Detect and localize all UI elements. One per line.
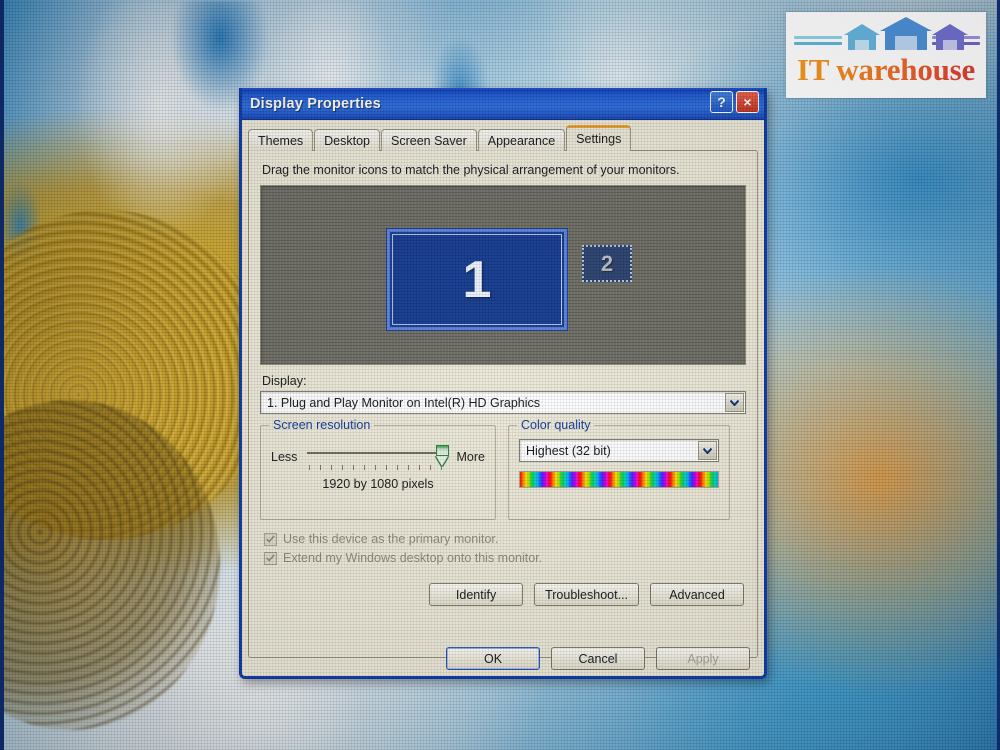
monitor-icon-1[interactable]: 1 (386, 228, 568, 331)
color-quality-legend: Color quality (517, 418, 595, 432)
monitor-1-number: 1 (462, 250, 492, 309)
monitor-2-number: 2 (600, 250, 614, 276)
identify-button[interactable]: Identify (429, 583, 524, 606)
monitor-arrangement-area[interactable]: 1 2 (260, 185, 746, 365)
slider-more-label: More (456, 450, 485, 464)
extend-desktop-checkbox-row[interactable]: Extend my Windows desktop onto this moni… (264, 551, 746, 565)
chevron-down-icon[interactable] (698, 441, 717, 460)
tab-settings[interactable]: Settings (566, 125, 632, 151)
color-spectrum-preview (519, 471, 719, 488)
primary-monitor-checkbox-row[interactable]: Use this device as the primary monitor. (264, 532, 746, 546)
logo-artwork (786, 12, 986, 56)
titlebar-buttons: ? × (710, 91, 759, 113)
tab-themes[interactable]: Themes (248, 129, 314, 151)
color-quality-select[interactable]: Highest (32 bit) (519, 439, 719, 462)
cancel-button[interactable]: Cancel (551, 647, 645, 670)
house-light-blue-icon (844, 24, 880, 50)
primary-monitor-label: Use this device as the primary monitor. (283, 532, 499, 546)
logo-line-left-1 (794, 36, 842, 39)
screen-photo: IT warehouse Display Properties ? × Them… (0, 0, 1000, 750)
dialog-title: Display Properties (250, 95, 381, 112)
ok-button[interactable]: OK (446, 647, 540, 670)
settings-columns: Screen resolution Less More 1920 by 1080… (260, 418, 746, 520)
screen-resolution-group: Screen resolution Less More 1920 by 1080… (260, 418, 496, 520)
color-quality-value: Highest (32 bit) (526, 443, 611, 458)
dialog-titlebar[interactable]: Display Properties ? × (242, 88, 764, 120)
monitor-icon-2[interactable]: 2 (582, 245, 632, 282)
tab-strip: Themes Desktop Screen Saver Appearance S… (248, 125, 764, 151)
display-label: Display: (262, 374, 307, 388)
tab-desktop[interactable]: Desktop (314, 129, 381, 151)
arrangement-hint: Drag the monitor icons to match the phys… (262, 163, 680, 177)
logo-wordmark: IT warehouse (786, 52, 986, 88)
slider-thumb[interactable] (435, 445, 449, 467)
tab-screen-saver[interactable]: Screen Saver (381, 129, 477, 151)
troubleshoot-button[interactable]: Troubleshoot... (534, 583, 639, 606)
close-icon[interactable]: × (736, 91, 759, 113)
screen-resolution-legend: Screen resolution (269, 418, 375, 432)
slider-less-label: Less (271, 450, 298, 464)
settings-action-buttons: Identify Troubleshoot... Advanced (260, 583, 746, 606)
chevron-down-icon[interactable] (725, 393, 744, 412)
dialog-footer-buttons: OK Cancel Apply (242, 647, 764, 670)
logo-line-left-2 (794, 42, 842, 45)
house-purple-icon (932, 24, 968, 50)
it-warehouse-logo: IT warehouse (786, 12, 986, 98)
display-properties-dialog: Display Properties ? × Themes Desktop Sc… (239, 88, 767, 679)
advanced-button[interactable]: Advanced (650, 583, 744, 606)
slider-ticks (309, 465, 445, 470)
extend-desktop-label: Extend my Windows desktop onto this moni… (283, 551, 543, 565)
checkbox-checked-icon[interactable] (264, 551, 277, 565)
help-icon[interactable]: ? (710, 91, 733, 113)
checkbox-checked-icon[interactable] (264, 532, 277, 546)
color-quality-group: Color quality Highest (32 bit) (508, 418, 730, 520)
house-blue-icon (880, 17, 932, 50)
resolution-slider-row: Less More (271, 443, 485, 471)
tab-appearance[interactable]: Appearance (477, 129, 566, 151)
display-select[interactable]: 1. Plug and Play Monitor on Intel(R) HD … (260, 391, 746, 414)
apply-button: Apply (656, 647, 750, 670)
settings-tab-panel: Drag the monitor icons to match the phys… (248, 150, 758, 658)
monitor-bezel-left (0, 0, 4, 750)
resolution-value-text: 1920 by 1080 pixels (322, 477, 434, 491)
resolution-slider[interactable] (303, 443, 450, 471)
monitor-options: Use this device as the primary monitor. … (264, 532, 746, 565)
slider-track (307, 452, 447, 454)
display-select-value: 1. Plug and Play Monitor on Intel(R) HD … (267, 395, 541, 410)
